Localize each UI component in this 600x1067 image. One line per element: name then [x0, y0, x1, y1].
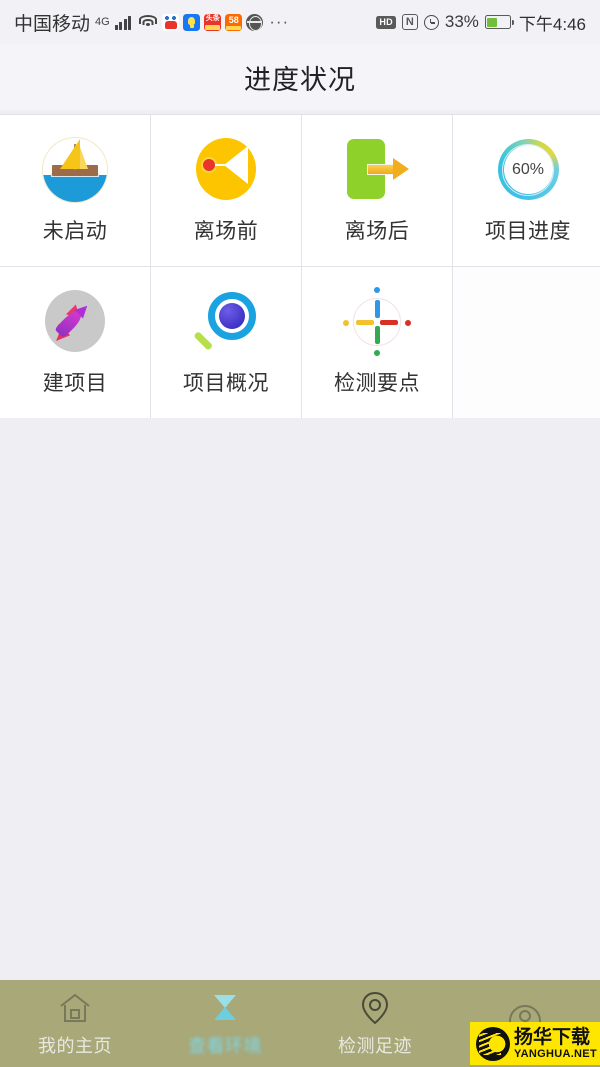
wifi-icon	[138, 14, 158, 30]
grid-item-label: 项目进度	[485, 220, 571, 243]
alarm-clock-icon	[423, 14, 439, 30]
grid-item-label: 离场后	[344, 220, 410, 243]
network-generation-label: 4G	[95, 16, 110, 28]
signal-bars-icon	[114, 15, 132, 30]
megaphone-left-icon	[190, 134, 262, 206]
toutiao-app-icon	[204, 13, 222, 31]
nav-item-home[interactable]: 我的主页	[0, 980, 150, 1067]
grid-item-label: 建项目	[42, 372, 108, 395]
grid-item-label: 未启动	[42, 220, 108, 243]
hd-badge: HD	[376, 15, 396, 29]
grid-item-label: 项目概况	[183, 372, 269, 395]
exit-door-arrow-icon	[341, 134, 413, 206]
sailboat-icon	[39, 134, 111, 206]
grid-item-not-started[interactable]: 未启动	[0, 115, 150, 266]
battery-icon	[484, 15, 515, 29]
grid-item-project-progress[interactable]: 60% 项目进度	[453, 115, 600, 266]
grid-item-before-leaving[interactable]: 离场前	[151, 115, 301, 266]
map-pin-svg	[361, 991, 389, 1024]
title-bar: 进度状况	[0, 44, 600, 110]
watermark-en: YANGHUA.NET	[514, 1047, 597, 1060]
nfc-badge: N	[401, 14, 418, 30]
58-app-icon	[225, 13, 243, 31]
nav-item-label: 检测足迹	[338, 1035, 412, 1056]
nav-item-label: 查看环境	[188, 1035, 262, 1056]
home-icon	[57, 990, 93, 1026]
carrier-label: 中国移动	[14, 13, 91, 35]
nav-item-footprints[interactable]: 检测足迹	[300, 980, 450, 1067]
status-bar-left: 中国移动 4G ···	[14, 9, 289, 36]
grid-item-project-overview[interactable]: 项目概况	[151, 267, 301, 418]
bulb-app-icon	[183, 13, 201, 31]
browser-globe-icon	[246, 13, 264, 31]
grid-item-empty	[453, 267, 600, 418]
grid-item-inspection-points[interactable]: 检测要点	[302, 267, 452, 418]
baidu-app-icon	[162, 13, 180, 31]
grid-item-create-project[interactable]: 建项目	[0, 267, 150, 418]
watermark-text: 扬华下载 YANGHUA.NET	[514, 1028, 597, 1060]
bottom-navigation-bar: 我的主页 查看环境 检测足迹 扬华下载 YANGHUA.NET	[0, 980, 600, 1067]
watermark-badge: 扬华下载 YANGHUA.NET	[470, 1022, 600, 1065]
grid-item-label: 检测要点	[334, 372, 420, 395]
map-pin-icon	[357, 990, 393, 1026]
phone-screen: 中国移动 4G ··· HD N 33% 下午4:46 进度状况	[0, 0, 600, 1067]
nav-item-environment[interactable]: 查看环境	[150, 980, 300, 1067]
grid-item-after-leaving[interactable]: 离场后	[302, 115, 452, 266]
hourglass-icon	[207, 990, 243, 1026]
progress-ring-icon: 60%	[492, 134, 564, 206]
watermark-logo-icon	[476, 1026, 510, 1061]
nav-item-label: 我的主页	[38, 1035, 112, 1056]
battery-percent-label: 33%	[444, 12, 479, 31]
menu-grid: 未启动 离场前 离场后 60% 项目进度 建项目 项目概况 检测要点	[0, 114, 600, 418]
more-dots-icon: ···	[269, 12, 290, 31]
watermark-cn: 扬华下载	[514, 1026, 591, 1048]
home-icon-svg	[60, 993, 90, 1022]
crosshair-icon	[341, 286, 413, 358]
status-bar: 中国移动 4G ··· HD N 33% 下午4:46	[0, 0, 600, 44]
status-bar-right: HD N 33% 下午4:46	[376, 10, 586, 35]
progress-ring-value: 60%	[511, 161, 545, 178]
rocket-icon	[39, 286, 111, 358]
magnifier-icon	[190, 286, 262, 358]
clock-label: 下午4:46	[518, 14, 586, 34]
page-title: 进度状况	[244, 64, 356, 95]
grid-item-label: 离场前	[193, 220, 259, 243]
content-area	[0, 418, 600, 980]
